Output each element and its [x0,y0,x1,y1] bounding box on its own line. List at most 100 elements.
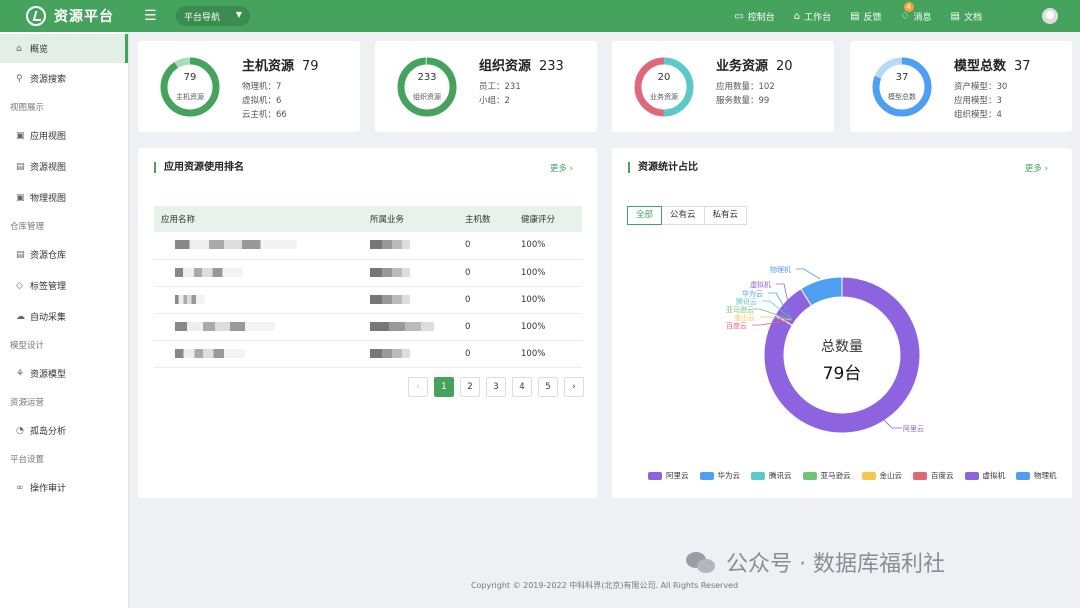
ring-value: 20 [657,72,671,83]
legend-swatch [802,471,817,480]
page-button[interactable]: 4 [512,377,532,397]
sidebar-item-resource-view[interactable]: ▤ 资源视图 [0,151,128,182]
legend-item[interactable]: 腾讯云 [751,470,792,481]
health-score-cell: 100% [514,259,582,287]
sidebar-item-label: 标签管理 [30,282,67,292]
page-button[interactable]: 3 [486,377,506,397]
stat-ring-chart [160,57,220,117]
stat-card[interactable]: 20 业务资源 业务资源 20 应用数量：102 服务数量：99 [612,41,834,132]
top-nav-label: 控制台 [747,13,775,23]
redacted-text [370,267,410,277]
sidebar-item-label: 孤岛分析 [30,427,67,437]
sidebar: ⌂ 概览 ⚲ 资源搜索 视图展示 ▣ 应用视图 ▤ 资源视图 ▣ 物理视图 仓库管理 ▤ 资… [0,32,129,608]
sidebar-item-audit[interactable]: ∞ 操作审计 [0,472,128,503]
redacted-text [370,348,410,358]
sidebar-item-island-analysis[interactable]: ◔ 孤岛分析 [0,415,128,446]
document-icon: ▤ [850,11,860,22]
prev-page-button[interactable]: ‹ [408,377,428,397]
top-nav: ▭ 控制台 ⌂ 工作台 ▤ 反馈 ♢ 4 消息 ▤ 文档 [715,2,982,23]
sidebar-item-app-view[interactable]: ▣ 应用视图 [0,120,128,151]
legend-item[interactable]: 金山云 [861,470,902,481]
sidebar-item-label: 资源仓库 [30,251,67,261]
resource-donut-chart: 总数量 79台 物理机虚拟机华为云腾讯云亚马逊云金山云百度云阿里云 [726,265,924,434]
stat-card[interactable]: 233 组织资源 组织资源 233 员工：231 小组：2 [375,41,597,132]
stat-detail: 服务数量：99 [716,96,770,106]
ring-value: 79 [183,72,197,83]
tab-all[interactable]: 全部 [627,206,663,225]
stat-card[interactable]: 79 主机资源 主机资源 79 物理机：7 虚拟机：6 云主机：66 [138,41,360,132]
ranking-table: 应用名称 所属业务 主机数 健康评分 0 100% 0 100% 0 100% 0 100% 0… [154,206,582,368]
slice-label: 金山云 [734,313,755,322]
sidebar-item-physical-view[interactable]: ▣ 物理视图 [0,182,128,213]
table-row[interactable]: 0 100% [154,340,582,368]
ranking-more-link[interactable]: 更多 › [550,162,573,174]
sidebar-item-search[interactable]: ⚲ 资源搜索 [0,63,128,94]
redacted-text [175,294,205,304]
table-row[interactable]: 0 100% [154,259,582,287]
search-icon: ⚲ [16,73,23,84]
legend-label: 虚拟机 [982,471,1006,480]
stat-detail: 虚拟机：6 [242,96,282,106]
redacted-text [175,267,243,277]
sidebar-item-label: 资源视图 [30,163,67,173]
pie-chart-icon: ◔ [16,425,24,436]
ring-value: 233 [417,72,437,83]
legend-item[interactable]: 虚拟机 [964,470,1006,481]
sidebar-item-label: 资源搜索 [30,75,67,85]
top-nav-item[interactable]: ♢ 4 消息 [901,2,932,23]
avatar[interactable] [1042,8,1058,24]
legend-item[interactable]: 百度云 [913,470,954,481]
sidebar-item-label: 自动采集 [30,313,67,323]
legend-item[interactable]: 阿里云 [648,470,689,481]
table-row[interactable]: 0 100% [154,286,582,314]
sidebar-item-auto-collect[interactable]: ☁ 自动采集 [0,301,128,332]
platform-nav-select[interactable]: 平台导航 ▼ [176,6,250,26]
sidebar-item-label: 概览 [30,45,49,55]
top-nav-item[interactable]: ▤ 文档 [951,10,982,23]
top-nav-item[interactable]: ▤ 反馈 [850,10,881,23]
app-name-cell [154,340,363,368]
next-page-button[interactable]: › [564,377,584,397]
app-logo[interactable]: 资源平台 [26,6,114,26]
page-button[interactable]: 5 [538,377,558,397]
legend-item[interactable]: 亚马逊云 [802,470,851,481]
pagination: ‹ 1 2 3 4 5 › [408,377,590,397]
watermark-text: 公众号 · 数据库福利社 [726,552,945,577]
table-row[interactable]: 0 100% [154,232,582,260]
page-button[interactable]: 1 [434,377,454,397]
sidebar-item-resource-model[interactable]: ⚘ 资源模型 [0,358,128,389]
top-nav-item[interactable]: ▭ 控制台 [734,10,774,23]
top-nav-item[interactable]: ⌂ 工作台 [794,10,831,23]
sidebar-item-resource-repo[interactable]: ▤ 资源仓库 [0,239,128,270]
legend-item[interactable]: 华为云 [699,470,740,481]
ring-segment [160,57,220,117]
sidebar-item-label: 操作审计 [30,484,67,494]
business-cell [363,340,458,368]
footer-copyright: Copyright © 2019-2022 中科科界(北京)有限公司. All … [470,581,739,590]
sidebar-item-overview[interactable]: ⌂ 概览 [0,34,128,63]
business-cell [363,313,458,341]
sidebar-item-label: 应用视图 [30,132,67,142]
legend-item[interactable]: 物理机 [1016,470,1057,481]
redacted-text [370,294,410,304]
sidebar-group-view: 视图展示 [10,103,45,113]
ranking-panel: 应用资源使用排名 更多 › 应用名称 所属业务 主机数 健康评分 0 100% 0 1… [138,148,597,498]
stat-value: 79 [302,59,319,74]
stat-title: 业务资源 20 [716,55,793,74]
host-count-cell: 0 [458,259,514,287]
ring-label: 业务资源 [650,93,678,101]
page-button[interactable]: 2 [460,377,480,397]
menu-toggle-icon[interactable]: ☰ [144,8,157,24]
legend-swatch [751,471,765,480]
tag-icon: ◇ [16,280,23,291]
table-row[interactable]: 0 100% [154,313,582,341]
stat-card[interactable]: 37 模型总数 模型总数 37 资产模型：30 应用模型：3 组织模型：4 [850,41,1072,132]
stat-ring-chart [397,57,457,117]
stat-detail: 员工：231 [479,82,521,92]
sidebar-item-tag-mgmt[interactable]: ◇ 标签管理 [0,270,128,301]
resource-ratio-panel: 资源统计占比 更多 › 全部 公有云 私有云 总数量 79台 物理机 虚拟机 华为云… [612,148,1072,498]
top-nav-label: 工作台 [804,13,832,23]
stat-detail: 小组：2 [479,96,510,106]
sidebar-group-settings: 平台设置 [10,455,45,465]
sidebar-group-model: 模型设计 [10,341,45,351]
